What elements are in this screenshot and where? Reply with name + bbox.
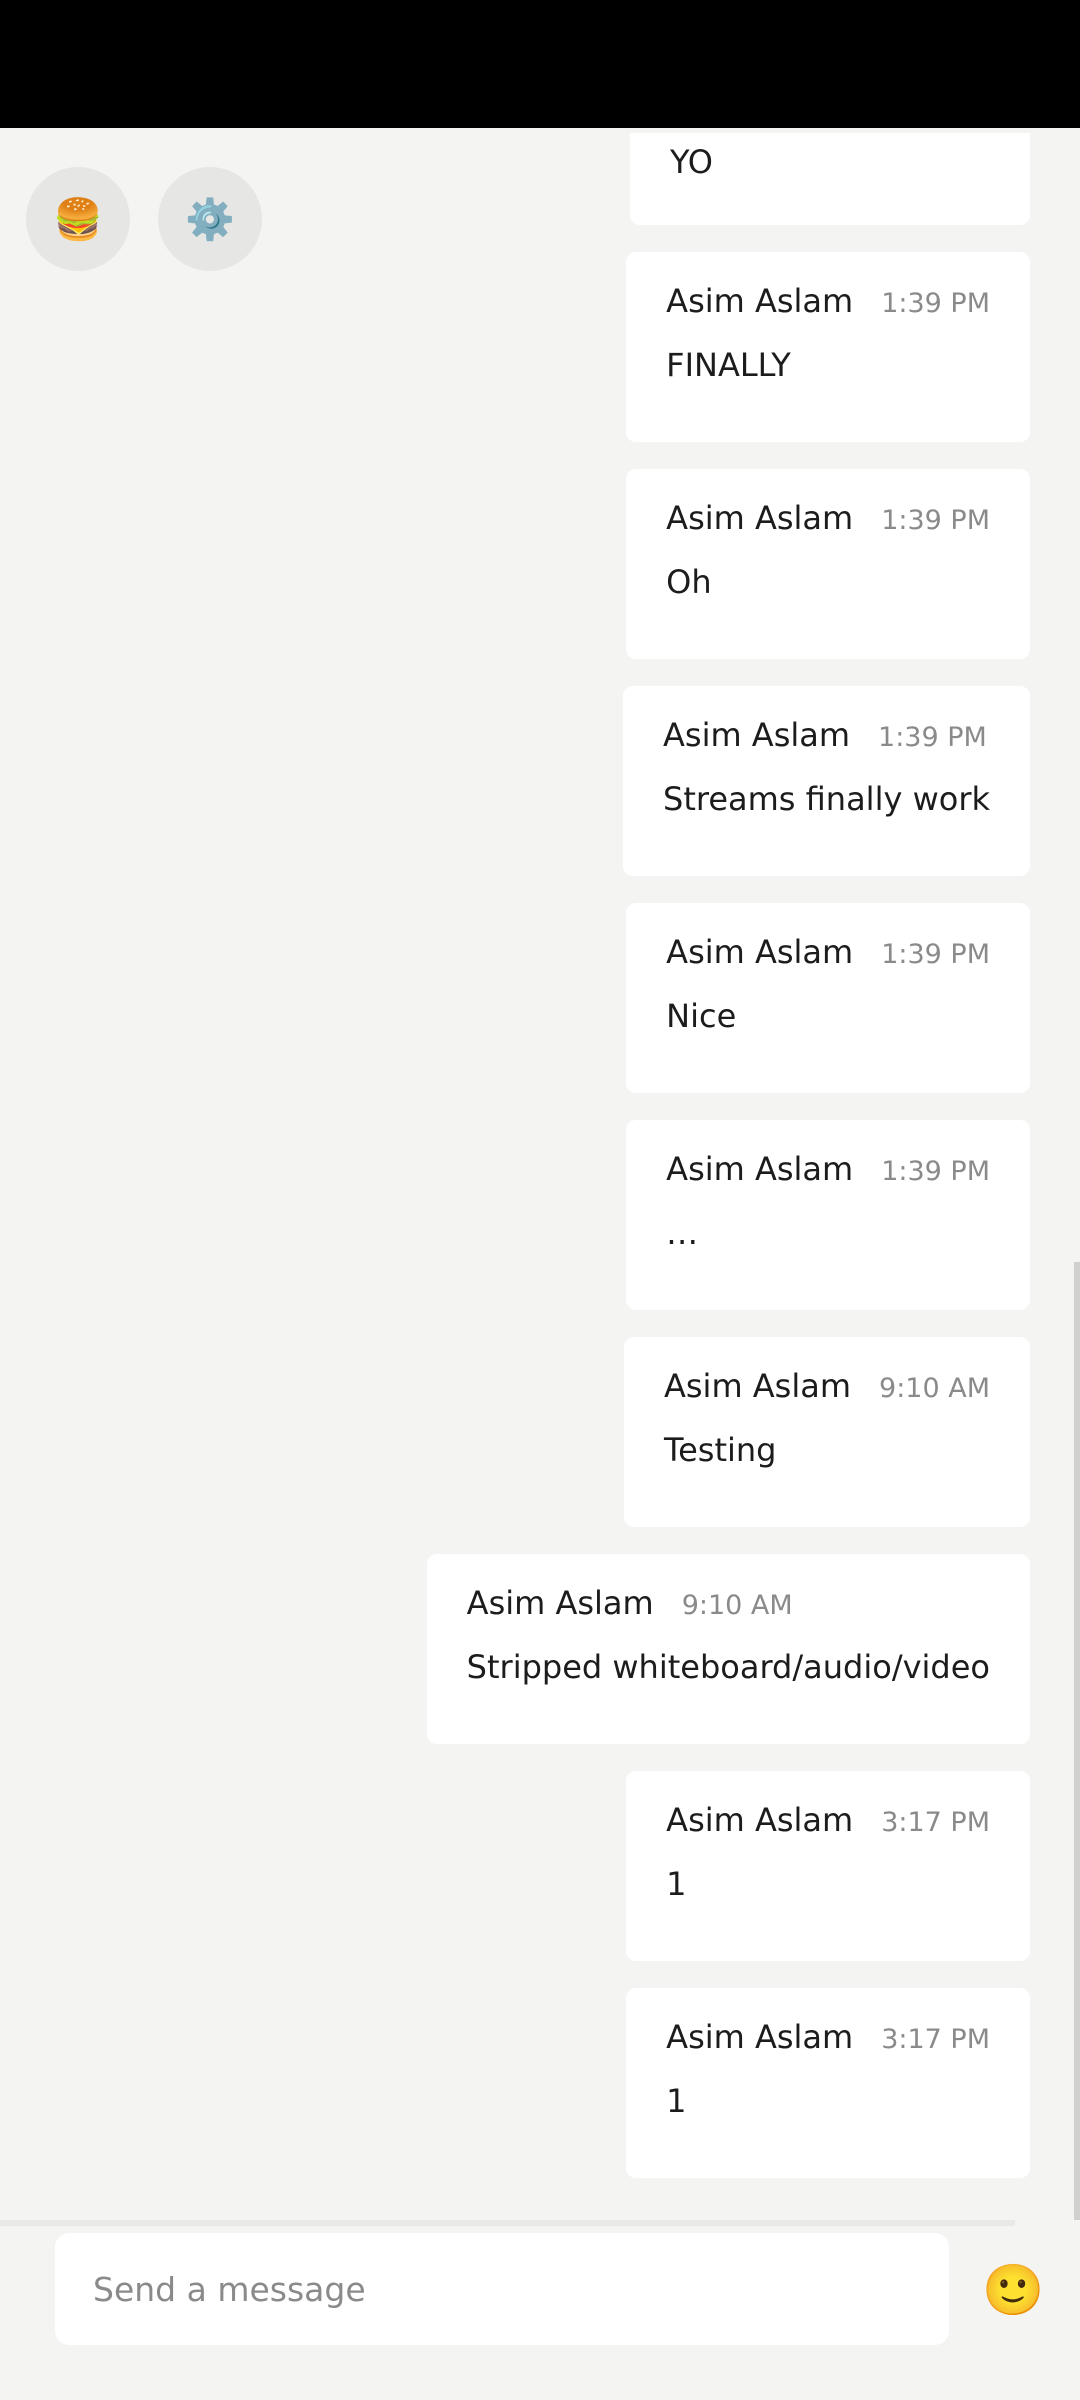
- message: Asim Aslam 1:39 PM Streams finally work: [623, 686, 1030, 876]
- message-text: Testing: [663, 1431, 777, 1469]
- message-header: Asim Aslam 1:39 PM: [666, 933, 990, 971]
- message: Asim Aslam 9:10 AM Stripped whiteboard/a…: [426, 1554, 1030, 1744]
- message-time: 9:10 AM: [879, 1373, 990, 1404]
- smiley-icon: 🙂: [982, 2261, 1045, 2319]
- message-time: 9:10 AM: [681, 1590, 793, 1621]
- gear-icon: ⚙️: [185, 196, 235, 243]
- message: Asim Aslam 9:10 AM Testing: [623, 1337, 1030, 1527]
- message-header: Asim Aslam 1:39 PM: [666, 282, 990, 320]
- message-header: Asim Aslam 1:39 PM: [663, 716, 990, 754]
- composer-divider: [0, 2220, 1015, 2226]
- settings-button[interactable]: ⚙️: [158, 167, 262, 271]
- message-time: 1:39 PM: [881, 1156, 990, 1187]
- message: Asim Aslam 1:39 PM …: [626, 1120, 1030, 1310]
- message-header: Asim Aslam 1:39 PM: [666, 1150, 990, 1188]
- message-author: Asim Aslam: [666, 1150, 854, 1188]
- message-input[interactable]: [55, 2233, 949, 2345]
- message-author: Asim Aslam: [663, 1367, 852, 1405]
- status-bar: [0, 0, 1080, 128]
- message-text: Oh: [666, 563, 712, 601]
- message-text: YO: [670, 143, 713, 181]
- message-text: Streams finally work: [663, 780, 990, 818]
- message-time: 3:17 PM: [881, 2024, 990, 2055]
- message-text: Nice: [666, 997, 737, 1035]
- message-time: 1:39 PM: [881, 505, 990, 536]
- message-author: Asim Aslam: [666, 2018, 854, 2056]
- message-text: 1: [666, 1865, 687, 1903]
- message-time: 3:17 PM: [881, 1807, 990, 1838]
- message-header: Asim Aslam 9:10 AM: [467, 1584, 990, 1622]
- message-header: Asim Aslam 9:10 AM: [664, 1367, 990, 1405]
- message: YO: [630, 133, 1030, 225]
- message: Asim Aslam 1:39 PM Nice: [626, 903, 1030, 1093]
- message-list: YO Asim Aslam 1:39 PM FINALLY Asim Aslam…: [426, 133, 1030, 2178]
- message-time: 1:39 PM: [881, 939, 990, 970]
- message-text: 1: [666, 2082, 687, 2120]
- message-header: Asim Aslam 3:17 PM: [666, 2018, 990, 2056]
- message: Asim Aslam 3:17 PM 1: [626, 1771, 1030, 1961]
- message-time: 1:39 PM: [878, 722, 987, 753]
- menu-button[interactable]: 🍔: [26, 167, 130, 271]
- message-text: FINALLY: [666, 346, 791, 384]
- message-header: Asim Aslam 1:39 PM: [666, 499, 990, 537]
- message-text: …: [666, 1214, 699, 1252]
- message-text: Stripped whiteboard/audio/video: [466, 1648, 990, 1686]
- message-author: Asim Aslam: [666, 282, 854, 320]
- scrollbar[interactable]: [1074, 1262, 1080, 2220]
- hamburger-icon: 🍔: [53, 196, 103, 243]
- message-author: Asim Aslam: [666, 1801, 854, 1839]
- message-time: 1:39 PM: [881, 288, 990, 319]
- message-author: Asim Aslam: [666, 499, 854, 537]
- message: Asim Aslam 1:39 PM FINALLY: [626, 252, 1030, 442]
- message-header: Asim Aslam 3:17 PM: [666, 1801, 990, 1839]
- message-author: Asim Aslam: [466, 1584, 654, 1622]
- message-author: Asim Aslam: [663, 716, 851, 754]
- message: Asim Aslam 3:17 PM 1: [626, 1988, 1030, 2178]
- message-author: Asim Aslam: [666, 933, 854, 971]
- message: Asim Aslam 1:39 PM Oh: [626, 469, 1030, 659]
- chat-area[interactable]: YO Asim Aslam 1:39 PM FINALLY Asim Aslam…: [0, 128, 1080, 2220]
- emoji-button[interactable]: 🙂: [982, 2262, 1044, 2318]
